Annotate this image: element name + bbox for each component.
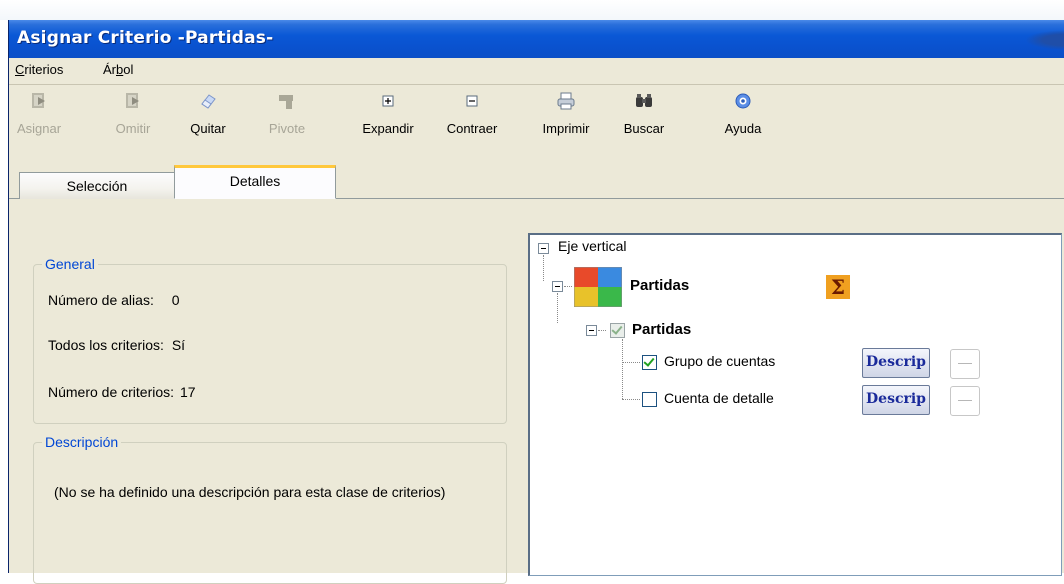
item-label-grupo[interactable]: Grupo de cuentas [664, 353, 775, 369]
criteria-count-row: Número de criterios: 17 [48, 384, 196, 400]
printer-icon [557, 92, 575, 110]
tree-connector [557, 293, 558, 323]
remove-button[interactable]: Quitar [185, 89, 231, 147]
general-group: General Número de alias: 0 Todos los cri… [33, 256, 507, 424]
collapse-icon [466, 95, 478, 107]
assign-label: Asignar [16, 121, 62, 136]
sum-symbol: Σ [831, 275, 845, 299]
pivot-icon [279, 95, 293, 109]
tab-seleccion[interactable]: Selección [19, 172, 175, 199]
expand-button[interactable]: Expandir [355, 89, 421, 147]
toolbar: Asignar Omitir Quitar Pivote Expandir Co… [9, 85, 1064, 151]
omit-button[interactable]: Omitir [111, 89, 155, 147]
tab-seleccion-label: Selección [66, 178, 128, 194]
help-icon [735, 93, 751, 109]
dimension-collapse-toggle[interactable] [552, 281, 563, 292]
item-checkbox-grupo[interactable] [642, 355, 657, 370]
description-group: Descripción (No se ha definido una descr… [33, 434, 507, 584]
description-legend: Descripción [42, 434, 122, 450]
print-label: Imprimir [542, 121, 590, 136]
criteria-count-label: Número de criterios: [48, 384, 175, 400]
omit-label: Omitir [115, 121, 151, 136]
tree-connector [598, 330, 606, 331]
menu-criterios[interactable]: Criterios [15, 62, 63, 77]
alias-count-label: Número de alias: [48, 292, 154, 308]
menu-criterios-accel: C [15, 62, 25, 77]
dialog-window: Asignar Criterio -Partidas- Criterios Ár… [8, 20, 1064, 584]
tree-connector [622, 339, 623, 399]
help-button[interactable]: Ayuda [721, 89, 765, 147]
tab-detalles[interactable]: Detalles [174, 165, 336, 199]
menu-arbol[interactable]: Árbol [103, 62, 133, 77]
tree-connector [622, 362, 640, 363]
general-legend: General [42, 256, 98, 272]
search-button[interactable]: Buscar [619, 89, 669, 147]
desktop-background [0, 0, 1064, 20]
expand-label: Expandir [362, 121, 414, 136]
alias-count-value: 0 [171, 292, 180, 308]
titlebar-corner [1025, 30, 1064, 50]
tab-detalles-label: Detalles [229, 173, 281, 189]
menu-arbol-rest: ol [123, 62, 134, 77]
alias-count-row: Número de alias: 0 [48, 292, 180, 308]
all-criteria-row: Todos los criterios: Sí [48, 337, 185, 353]
item-checkbox-cuenta[interactable] [642, 392, 657, 407]
describe-button-cuenta[interactable]: Descrip [862, 385, 930, 415]
print-button[interactable]: Imprimir [536, 89, 596, 147]
search-label: Buscar [623, 121, 665, 136]
tab-strip: Selección Detalles [9, 157, 1064, 199]
menu-bar: Criterios Árbol [9, 58, 1064, 85]
assign-button[interactable]: Asignar [13, 89, 65, 147]
tree-connector [543, 255, 544, 281]
item-label-cuenta[interactable]: Cuenta de detalle [664, 390, 774, 406]
dimension-label[interactable]: Partidas [630, 277, 689, 294]
tree-root-label[interactable]: Eje vertical [558, 238, 626, 254]
pivot-label: Pivote [268, 121, 306, 136]
title-bar[interactable]: Asignar Criterio -Partidas- [9, 20, 1064, 58]
collapse-button[interactable]: Contraer [439, 89, 505, 147]
tree-connector [564, 286, 572, 287]
collapse-label: Contraer [446, 121, 498, 136]
menu-arbol-prefix: Ár [103, 62, 116, 77]
description-text: (No se ha definido una descripción para … [54, 484, 446, 500]
remove-label: Quitar [190, 121, 226, 136]
dimension-icon [574, 267, 622, 307]
menu-criterios-rest: riterios [24, 62, 64, 77]
details-panel: General Número de alias: 0 Todos los cri… [9, 199, 1064, 584]
group-label[interactable]: Partidas [632, 321, 691, 338]
expand-icon [382, 95, 394, 107]
skip-icon [126, 93, 139, 108]
binoculars-icon [636, 94, 652, 107]
criteria-tree[interactable]: Eje vertical Partidas Σ Partidas Grupo d… [528, 233, 1062, 576]
root-collapse-toggle[interactable] [538, 243, 549, 254]
criteria-count-value: 17 [179, 384, 196, 400]
help-label: Ayuda [724, 121, 762, 136]
all-criteria-value: Sí [171, 337, 186, 353]
group-collapse-toggle[interactable] [586, 325, 597, 336]
all-criteria-label: Todos los criterios: [48, 337, 164, 353]
tree-connector [622, 399, 640, 400]
sum-icon[interactable]: Σ [826, 275, 850, 299]
pivot-button[interactable]: Pivote [264, 89, 310, 147]
eraser-icon [201, 94, 216, 109]
assign-icon [32, 93, 45, 108]
describe-button-grupo[interactable]: Descrip [862, 348, 930, 378]
group-checkbox[interactable] [610, 323, 625, 338]
window-title: Asignar Criterio -Partidas- [17, 28, 274, 48]
options-button-cuenta[interactable] [950, 386, 980, 416]
options-button-grupo[interactable] [950, 349, 980, 379]
